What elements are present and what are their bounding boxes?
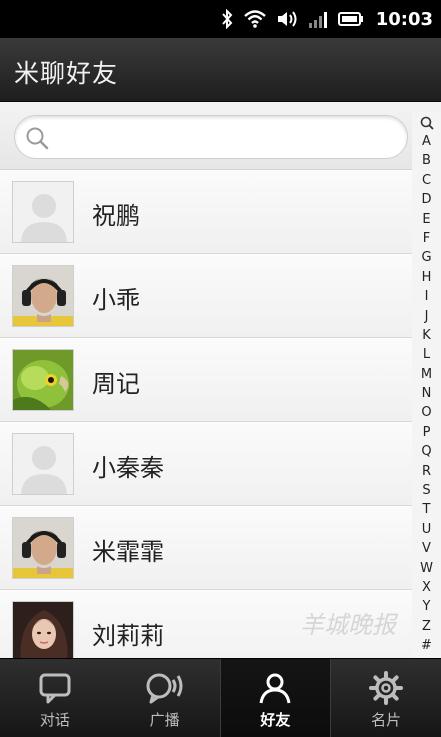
parrot-photo xyxy=(12,349,74,411)
index-letter[interactable]: H xyxy=(412,268,441,287)
tab-label: 对话 xyxy=(39,711,70,729)
tab-chat[interactable]: 对话 xyxy=(0,659,110,737)
status-time: 10:03 xyxy=(375,8,433,30)
contact-row[interactable]: 小秦秦 xyxy=(0,422,412,506)
contact-row[interactable]: 小乖 xyxy=(0,254,412,338)
status-bar: 10:03 xyxy=(0,0,441,38)
index-letter[interactable]: Q xyxy=(412,442,441,461)
index-letter[interactable]: Y xyxy=(412,597,441,616)
index-letter[interactable]: L xyxy=(412,345,441,364)
contact-row[interactable]: 祝鹏 xyxy=(0,170,412,254)
bluetooth-icon xyxy=(220,9,234,29)
index-search-icon[interactable] xyxy=(420,114,434,132)
contact-name: 周记 xyxy=(92,370,140,398)
index-letter[interactable]: M xyxy=(412,365,441,384)
index-letter[interactable]: T xyxy=(412,500,441,519)
tab-card[interactable]: 名片 xyxy=(331,659,441,737)
person-icon xyxy=(258,671,292,705)
index-letter[interactable]: I xyxy=(412,287,441,306)
index-letter[interactable]: C xyxy=(412,171,441,190)
contact-name: 祝鹏 xyxy=(92,202,140,230)
index-letter[interactable]: W xyxy=(412,559,441,578)
index-letter[interactable]: G xyxy=(412,248,441,267)
woman-photo xyxy=(12,601,74,658)
index-letter[interactable]: K xyxy=(412,326,441,345)
volume-icon xyxy=(276,9,298,29)
search-icon xyxy=(26,127,49,150)
contact-row[interactable]: 周记 xyxy=(0,338,412,422)
index-letter[interactable]: R xyxy=(412,462,441,481)
index-letter[interactable]: B xyxy=(412,151,441,170)
contact-name: 小乖 xyxy=(92,286,140,314)
index-letter[interactable]: P xyxy=(412,423,441,442)
index-letter[interactable]: N xyxy=(412,384,441,403)
default-avatar xyxy=(12,181,74,243)
index-letter[interactable]: S xyxy=(412,481,441,500)
title-bar: 米聊好友 xyxy=(0,38,441,102)
tab-label: 广播 xyxy=(149,711,180,729)
index-letter[interactable]: F xyxy=(412,229,441,248)
contact-row[interactable]: 米霏霏 xyxy=(0,506,412,590)
alphabet-index[interactable]: A B C D E F G H I J K L M N O P Q R S T … xyxy=(412,112,441,658)
index-letter[interactable]: O xyxy=(412,403,441,422)
contact-name: 刘莉莉 xyxy=(92,622,164,650)
index-letter[interactable]: A xyxy=(412,132,441,151)
gear-icon xyxy=(369,671,404,705)
contact-name: 米霏霏 xyxy=(92,538,164,566)
contact-list[interactable]: 祝鹏 小乖 周记 小秦秦 米霏霏 刘莉莉 xyxy=(0,170,412,658)
contact-row[interactable]: 刘莉莉 xyxy=(0,590,412,658)
tab-friends[interactable]: 好友 xyxy=(219,659,332,737)
headphones-photo xyxy=(12,265,74,327)
index-letter[interactable]: E xyxy=(412,210,441,229)
index-letter[interactable]: X xyxy=(412,578,441,597)
broadcast-icon xyxy=(145,671,185,705)
page-title: 米聊好友 xyxy=(14,59,119,88)
battery-icon xyxy=(337,9,364,29)
index-letter[interactable]: # xyxy=(412,636,441,655)
tab-broadcast[interactable]: 广播 xyxy=(110,659,220,737)
index-letter[interactable]: J xyxy=(412,307,441,326)
index-letter[interactable]: V xyxy=(412,539,441,558)
index-letter[interactable]: Z xyxy=(412,617,441,636)
bottom-tab-bar: 对话 广播 好友 名片 xyxy=(0,658,441,737)
index-letter[interactable]: D xyxy=(412,190,441,209)
signal-icon xyxy=(308,9,328,29)
wifi-icon xyxy=(243,9,266,29)
search-bar xyxy=(0,102,441,170)
tab-label: 好友 xyxy=(260,711,291,729)
default-avatar xyxy=(12,433,74,495)
contact-name: 小秦秦 xyxy=(92,454,164,482)
chat-bubble-icon xyxy=(38,671,72,705)
tab-label: 名片 xyxy=(371,711,402,729)
search-input[interactable] xyxy=(14,115,408,159)
index-letter[interactable]: U xyxy=(412,520,441,539)
headphones-photo xyxy=(12,517,74,579)
